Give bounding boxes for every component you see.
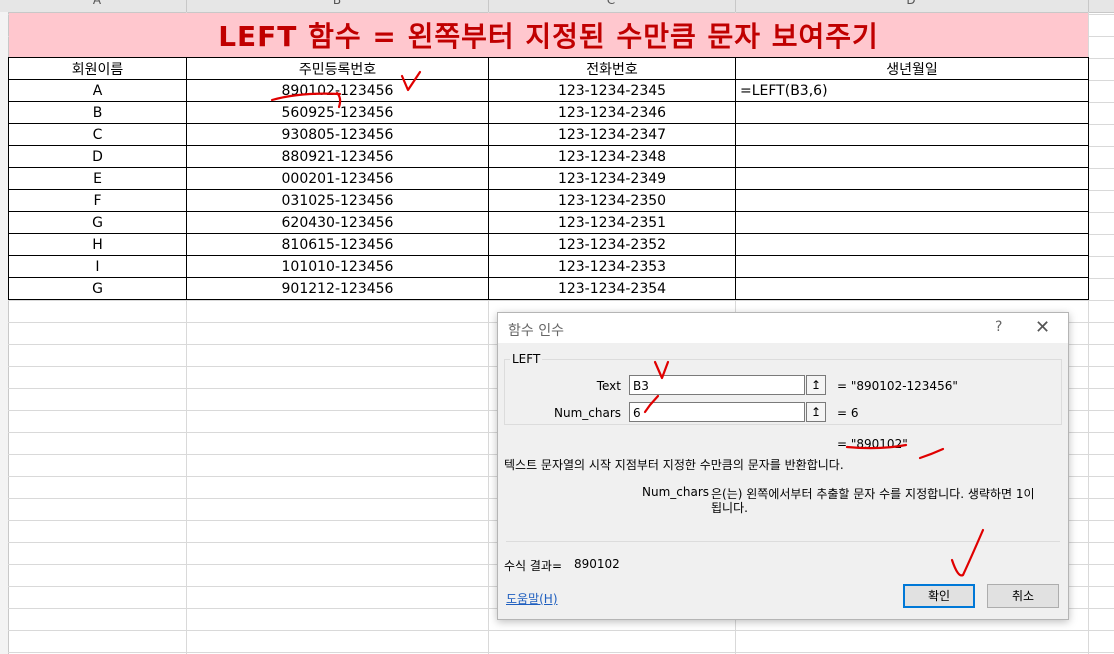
table-row: G 901212-123456 123-1234-2354 [8, 277, 1089, 300]
table-row: G 620430-123456 123-1234-2351 [8, 211, 1089, 234]
table-row: D 880921-123456 123-1234-2348 [8, 145, 1089, 168]
arg-help-name: Num_chars [642, 485, 710, 499]
sheet-title-banner[interactable]: LEFT 함수 = 왼쪽부터 지정된 수만큼 문자 보여주기 [9, 13, 1088, 57]
cell-resident-number[interactable]: 880921-123456 [186, 145, 489, 168]
dialog-divider [506, 541, 1060, 542]
num-chars-arg-input[interactable]: 6 [629, 402, 805, 422]
cell-name[interactable]: C [8, 123, 187, 146]
cell-birth-date[interactable] [735, 145, 1089, 168]
cell-birth-date[interactable] [735, 233, 1089, 256]
cell-birth-date-formula[interactable]: =LEFT(B3,6) [735, 79, 1089, 102]
text-arg-input[interactable]: B3 [629, 375, 805, 395]
close-icon[interactable]: ✕ [1035, 317, 1050, 338]
header-member-name[interactable]: 회원이름 [8, 57, 187, 80]
function-name-label: LEFT [510, 352, 543, 366]
num-chars-arg-label: Num_chars [553, 406, 621, 420]
collapse-num-chars-arg-icon[interactable]: ↥ [806, 402, 826, 422]
cell-resident-number[interactable]: 890102-123456 [186, 79, 489, 102]
cell-phone[interactable]: 123-1234-2345 [488, 79, 736, 102]
ok-button[interactable]: 확인 [903, 584, 975, 608]
cell-phone[interactable]: 123-1234-2349 [488, 167, 736, 190]
cancel-button[interactable]: 취소 [987, 584, 1059, 608]
cell-phone[interactable]: 123-1234-2350 [488, 189, 736, 212]
cell-name[interactable]: H [8, 233, 187, 256]
cell-phone[interactable]: 123-1234-2347 [488, 123, 736, 146]
formula-result-value: 890102 [574, 557, 620, 571]
arg-help-text: 은(는) 왼쪽에서부터 추출할 문자 수를 지정합니다. 생략하면 1이 [711, 487, 1035, 501]
table-header-row: 회원이름 주민등록번호 전화번호 생년월일 [8, 57, 1089, 80]
table-row: I 101010-123456 123-1234-2353 [8, 255, 1089, 278]
table-row: H 810615-123456 123-1234-2352 [8, 233, 1089, 256]
cell-resident-number[interactable]: 031025-123456 [186, 189, 489, 212]
help-link[interactable]: 도움말(H) [506, 590, 558, 607]
cell-name[interactable]: E [8, 167, 187, 190]
column-header-d[interactable]: D [904, 0, 918, 7]
cell-phone[interactable]: 123-1234-2346 [488, 101, 736, 124]
cell-phone[interactable]: 123-1234-2354 [488, 277, 736, 300]
table-row: B 560925-123456 123-1234-2346 [8, 101, 1089, 124]
text-arg-value: = "890102-123456" [837, 379, 958, 393]
help-icon[interactable]: ? [995, 319, 1002, 335]
table-row: C 930805-123456 123-1234-2347 [8, 123, 1089, 146]
table-row: A 890102-123456 123-1234-2345 =LEFT(B3,6… [8, 79, 1089, 102]
cell-name[interactable]: I [8, 255, 187, 278]
dialog-title: 함수 인수 [508, 323, 564, 339]
cell-phone[interactable]: 123-1234-2352 [488, 233, 736, 256]
function-description: 텍스트 문자열의 시작 지점부터 지정한 수만큼의 문자를 반환합니다. [504, 458, 844, 472]
cell-birth-date[interactable] [735, 167, 1089, 190]
num-chars-arg-value: = 6 [837, 406, 859, 420]
cell-birth-date[interactable] [735, 255, 1089, 278]
cell-phone[interactable]: 123-1234-2348 [488, 145, 736, 168]
cell-resident-number[interactable]: 930805-123456 [186, 123, 489, 146]
cell-phone[interactable]: 123-1234-2351 [488, 211, 736, 234]
table-row: E 000201-123456 123-1234-2349 [8, 167, 1089, 190]
cell-birth-date[interactable] [735, 189, 1089, 212]
cell-birth-date[interactable] [735, 123, 1089, 146]
function-arguments-dialog: 함수 인수 ? ✕ LEFT Text B3 ↥ = "890102-12345… [497, 312, 1069, 620]
cell-resident-number[interactable]: 810615-123456 [186, 233, 489, 256]
cell-phone[interactable]: 123-1234-2353 [488, 255, 736, 278]
cell-resident-number[interactable]: 000201-123456 [186, 167, 489, 190]
column-header-a[interactable]: A [90, 0, 104, 7]
column-header-c[interactable]: C [604, 0, 618, 7]
cell-resident-number[interactable]: 560925-123456 [186, 101, 489, 124]
member-table: 회원이름 주민등록번호 전화번호 생년월일 A 890102-123456 12… [8, 57, 1089, 300]
dialog-titlebar[interactable]: 함수 인수 ? ✕ [498, 313, 1068, 343]
header-phone-number[interactable]: 전화번호 [488, 57, 736, 80]
cell-resident-number[interactable]: 101010-123456 [186, 255, 489, 278]
cell-name[interactable]: G [8, 211, 187, 234]
arg-help-text-continued: 됩니다. [711, 501, 748, 515]
text-arg-label: Text [596, 379, 621, 393]
cell-resident-number[interactable]: 901212-123456 [186, 277, 489, 300]
header-birth-date[interactable]: 생년월일 [735, 57, 1089, 80]
cell-name[interactable]: A [8, 79, 187, 102]
function-result-preview: = "890102" [837, 437, 908, 451]
cell-name[interactable]: B [8, 101, 187, 124]
cell-birth-date[interactable] [735, 211, 1089, 234]
column-header-b[interactable]: B [330, 0, 344, 7]
cell-name[interactable]: D [8, 145, 187, 168]
cell-name[interactable]: G [8, 277, 187, 300]
cell-name[interactable]: F [8, 189, 187, 212]
cell-birth-date[interactable] [735, 277, 1089, 300]
table-row: F 031025-123456 123-1234-2350 [8, 189, 1089, 212]
header-resident-number[interactable]: 주민등록번호 [186, 57, 489, 80]
formula-result-label: 수식 결과= [504, 559, 563, 573]
cell-birth-date[interactable] [735, 101, 1089, 124]
collapse-text-arg-icon[interactable]: ↥ [806, 375, 826, 395]
cell-resident-number[interactable]: 620430-123456 [186, 211, 489, 234]
